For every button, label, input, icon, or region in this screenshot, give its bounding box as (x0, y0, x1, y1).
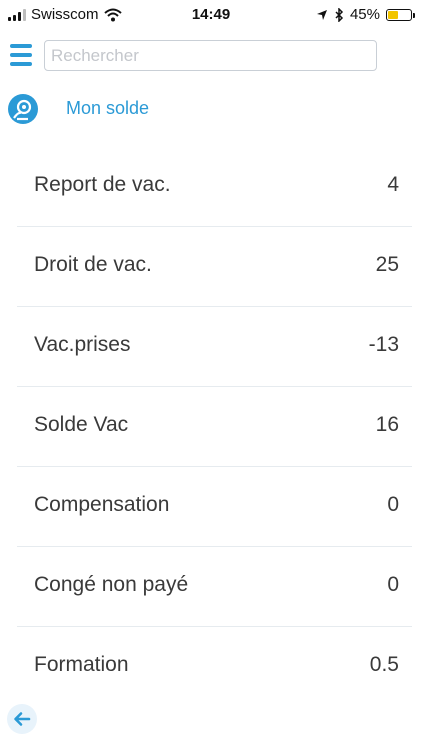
balance-label: Compensation (34, 493, 170, 516)
balance-value: 16 (375, 413, 399, 436)
balance-value: 0.5 (369, 653, 399, 676)
balance-label: Droit de vac. (34, 253, 152, 276)
search-input[interactable] (44, 40, 377, 71)
battery-fill (388, 10, 398, 19)
balance-row-compensation: Compensation 0 (17, 467, 412, 547)
battery-percent: 45% (349, 6, 380, 23)
balance-value: -13 (368, 333, 399, 356)
balance-row-vac-prises: Vac.prises -13 (17, 307, 412, 387)
balance-row-report-vac: Report de vac. 4 (17, 147, 412, 227)
balance-label: Vac.prises (34, 333, 131, 356)
balance-row-conge-non-paye: Congé non payé 0 (17, 547, 412, 627)
status-bar: Swisscom 14:49 45% (0, 0, 422, 30)
balance-value: 4 (387, 173, 399, 196)
balance-row-solde-vac: Solde Vac 16 (17, 387, 412, 467)
balance-value: 0 (387, 573, 399, 596)
battery-icon (386, 8, 415, 21)
balance-value: 0 (387, 493, 399, 516)
balance-row-droit-vac: Droit de vac. 25 (17, 227, 412, 307)
account-balance-icon (8, 94, 38, 124)
balance-label: Formation (34, 653, 129, 676)
arrow-left-icon (14, 712, 31, 726)
balance-label: Solde Vac (34, 413, 129, 436)
status-right: 45% (316, 6, 415, 23)
balance-label: Report de vac. (34, 173, 171, 196)
balance-label: Congé non payé (34, 573, 189, 596)
balance-value: 25 (375, 253, 399, 276)
bluetooth-icon (335, 7, 344, 22)
hamburger-menu-button[interactable] (10, 44, 32, 66)
back-button[interactable] (7, 704, 37, 734)
balance-row-formation: Formation 0.5 (17, 627, 412, 706)
location-arrow-icon (316, 9, 327, 20)
balance-list: Report de vac. 4 Droit de vac. 25 Vac.pr… (0, 147, 422, 706)
section-title: Mon solde (66, 98, 150, 118)
